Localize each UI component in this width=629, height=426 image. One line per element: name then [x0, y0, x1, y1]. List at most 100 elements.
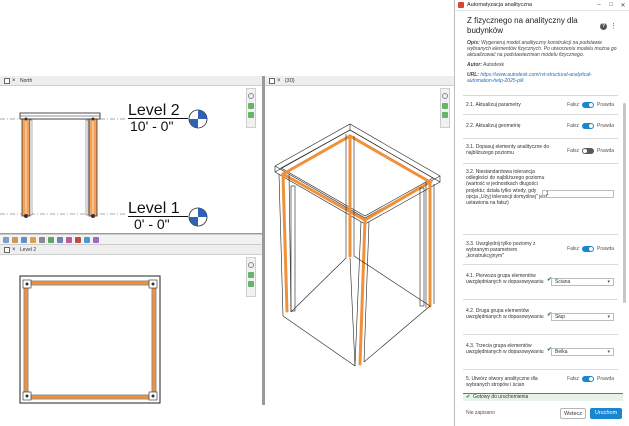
plan-drawing — [19, 275, 161, 404]
elevation-view[interactable]: × North Level 2 10' - 0" Level 1 0' - 0" — [0, 76, 262, 234]
pan-icon[interactable] — [248, 112, 254, 118]
back-button[interactable]: Wstecz — [560, 408, 586, 419]
zoom-icon[interactable] — [248, 272, 254, 278]
scrollbar-thumb[interactable] — [623, 103, 626, 303]
detail-level-icon[interactable] — [12, 237, 18, 243]
tab-level-2[interactable]: × Level 2 — [0, 245, 262, 255]
setting-label: 2.2. Aktualizuj geometrię — [466, 123, 521, 129]
toggle-false-label: Fałsz — [567, 148, 580, 154]
close-icon[interactable]: × — [12, 76, 16, 86]
view-icon — [4, 78, 10, 84]
level-2-name: Level 2 — [128, 102, 180, 119]
temp-hide-icon[interactable] — [66, 237, 72, 243]
group-select[interactable]: Belka ▾ — [551, 348, 614, 356]
toggle-switch[interactable] — [582, 376, 595, 383]
shadows-icon[interactable] — [39, 237, 45, 243]
view-navigation-bar[interactable] — [440, 88, 450, 128]
close-icon[interactable]: × — [277, 76, 281, 86]
level-2-value: 10' - 0" — [130, 118, 174, 134]
toggle-switch[interactable] — [582, 246, 595, 253]
close-button[interactable]: ✕ — [617, 2, 629, 9]
author-label: Autor: — [467, 62, 482, 68]
toggle-false-label: Fałsz — [567, 123, 580, 129]
toggle-true-label: Prawda — [597, 123, 614, 129]
view-navigation-bar[interactable] — [246, 257, 256, 297]
sun-path-icon[interactable] — [30, 237, 36, 243]
tab-label: North — [20, 78, 33, 84]
visual-style-icon[interactable] — [21, 237, 27, 243]
setting-row: 3.3. Uwzględnij tylko poziomy z wybranym… — [463, 235, 618, 265]
select-value: Ściana — [555, 279, 571, 285]
maximize-button[interactable]: □ — [605, 2, 617, 8]
setting-toggle[interactable]: Fałsz Prawda — [567, 148, 614, 155]
app-icon — [458, 2, 464, 8]
pan-icon[interactable] — [248, 281, 254, 287]
toggle-switch[interactable] — [582, 123, 595, 130]
setting-toggle[interactable]: Fałsz Prawda — [567, 102, 614, 109]
level-head-icon[interactable] — [188, 207, 208, 227]
tab-north[interactable]: × North — [0, 76, 262, 86]
check-icon: ✔ — [466, 394, 471, 400]
view-navigation-bar[interactable] — [246, 88, 256, 128]
toggle-false-label: Fałsz — [567, 376, 580, 382]
setting-label: 5. Utwórz otwory analityczne dla wybrany… — [466, 376, 538, 389]
crop-icon[interactable] — [48, 237, 54, 243]
setting-row: 4.1. Pierwsza grupa elementów uwzględnia… — [463, 265, 618, 300]
tab-3d[interactable]: × {3D} — [265, 76, 454, 86]
plan-view[interactable]: × Level 2 — [0, 245, 262, 405]
highlight-icon[interactable] — [93, 237, 99, 243]
analytical-icon[interactable] — [84, 237, 90, 243]
panel-titlebar[interactable]: Automatyzacja analityczna – □ ✕ — [455, 0, 629, 11]
setting-row: 3.1. Dopasuj elementy analityczne do naj… — [463, 139, 618, 164]
setting-row: 3.2. Niestandardowa tolerancja odległośc… — [463, 164, 618, 235]
hide-icon[interactable] — [57, 237, 63, 243]
chevron-down-icon: ▾ — [607, 314, 610, 320]
toggle-switch[interactable] — [582, 102, 595, 109]
zoom-icon[interactable] — [248, 103, 254, 109]
threed-view[interactable]: × {3D} — [265, 76, 454, 405]
scale-icon[interactable] — [3, 237, 9, 243]
toggle-true-label: Prawda — [597, 376, 614, 382]
panel-footer: Nie zapisano Wstecz Uruchom — [455, 404, 629, 426]
close-icon[interactable]: × — [12, 245, 16, 255]
toggle-switch[interactable] — [582, 148, 595, 155]
pan-icon[interactable] — [442, 112, 448, 118]
more-options-icon[interactable]: ⋮ — [610, 22, 617, 30]
level-1-value: 0' - 0" — [134, 216, 170, 232]
minimize-button[interactable]: – — [593, 2, 605, 8]
setting-toggle[interactable]: Fałsz Prawda — [567, 376, 614, 383]
url-link[interactable]: https://www.autodesk.com/rvt-structural-… — [467, 72, 592, 84]
view-splitter[interactable] — [0, 233, 262, 234]
zoom-icon[interactable] — [442, 103, 448, 109]
help-icon[interactable]: ? — [600, 23, 607, 30]
group-select[interactable]: Ściana ▾ — [551, 278, 614, 286]
setting-row: 5. Utwórz otwory analityczne dla wybrany… — [463, 370, 618, 393]
analytical-automation-panel: Automatyzacja analityczna – □ ✕ Z fizycz… — [454, 0, 629, 426]
status-text: Gotowy do uruchomienia — [473, 394, 529, 400]
tolerance-input[interactable]: 1 — [542, 190, 614, 198]
setting-toggle[interactable]: Fałsz Prawda — [567, 123, 614, 130]
setting-row: 4.2. Druga grupa elementów uwzględnianyc… — [463, 300, 618, 335]
panel-header: Z fizycznego na analityczny dla budynków… — [455, 11, 629, 36]
description-text: Wygeneruj model analityczny konstrukcji … — [467, 40, 617, 58]
window-title: Automatyzacja analityczna — [467, 2, 533, 8]
setting-label: 2.1. Aktualizuj parametry — [466, 102, 521, 108]
toggle-true-label: Prawda — [597, 246, 614, 252]
level-2-underline — [128, 118, 188, 119]
steering-wheel-icon[interactable] — [248, 93, 254, 99]
setting-label: 3.3. Uwzględnij tylko poziomy z wybranym… — [466, 241, 536, 260]
panel-metadata: Opis: Wygeneruj model analityczny konstr… — [455, 36, 629, 84]
run-button[interactable]: Uruchom — [590, 408, 622, 419]
setting-toggle[interactable]: Fałsz Prawda — [567, 246, 614, 253]
view-control-bar — [0, 234, 262, 245]
toggle-false-label: Fałsz — [567, 102, 580, 108]
toggle-true-label: Prawda — [597, 102, 614, 108]
tab-label: {3D} — [285, 78, 295, 84]
settings-list: 2.1. Aktualizuj parametry Fałsz Prawda 2… — [463, 95, 618, 393]
steering-wheel-icon[interactable] — [248, 262, 254, 268]
steering-wheel-icon[interactable] — [442, 93, 448, 99]
settings-scrollbar[interactable] — [622, 95, 627, 393]
group-select[interactable]: Słup ▾ — [551, 313, 614, 321]
level-head-icon[interactable] — [188, 109, 208, 129]
reveal-icon[interactable] — [75, 237, 81, 243]
